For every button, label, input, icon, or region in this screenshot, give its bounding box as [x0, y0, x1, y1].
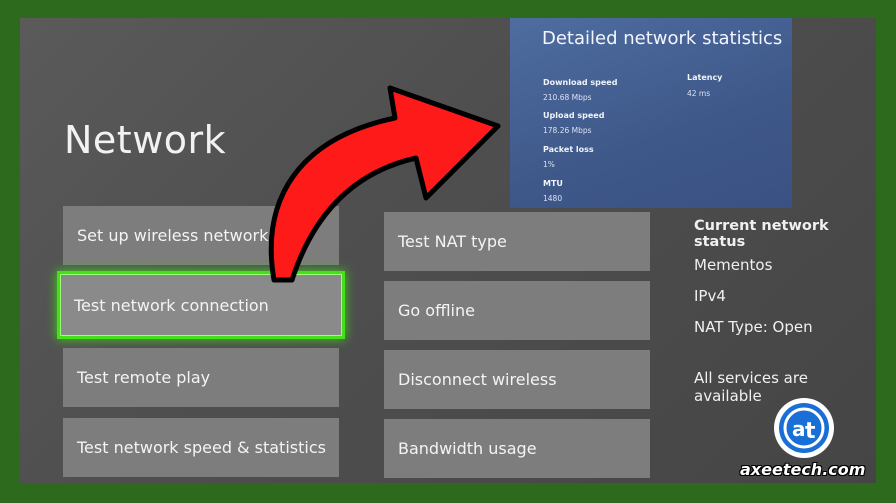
tile-label: Test network connection: [74, 295, 269, 315]
tile-label: Test network speed & statistics: [77, 438, 326, 457]
download-value: 210.68 Mbps: [543, 93, 592, 102]
mtu-value: 1480: [543, 194, 563, 203]
packet-loss-value: 1%: [543, 160, 555, 169]
packet-loss-label: Packet loss: [543, 145, 594, 154]
tile-label: Bandwidth usage: [398, 439, 537, 458]
status-title: Current network status: [694, 218, 829, 250]
svg-text:t: t: [805, 419, 816, 444]
tile-label: Go offline: [398, 301, 475, 320]
svg-text:a: a: [792, 417, 806, 441]
test-network-speed-button[interactable]: Test network speed & statistics: [63, 418, 339, 477]
image-frame: Network Set up wireless network Test net…: [0, 0, 896, 503]
upload-value: 178.26 Mbps: [543, 126, 592, 135]
upload-label: Upload speed: [543, 111, 605, 120]
tile-label: Test remote play: [77, 368, 211, 387]
disconnect-wireless-button[interactable]: Disconnect wireless: [384, 350, 650, 409]
test-remote-play-button[interactable]: Test remote play: [63, 348, 339, 407]
bandwidth-usage-button[interactable]: Bandwidth usage: [384, 419, 650, 478]
network-settings-screen: Network Set up wireless network Test net…: [20, 18, 876, 483]
stats-title: Detailed network statistics: [542, 28, 783, 49]
download-label: Download speed: [543, 78, 618, 87]
watermark-site: axeetech.com: [740, 460, 866, 479]
tile-label: Disconnect wireless: [398, 370, 557, 389]
mtu-label: MTU: [543, 179, 563, 188]
axeetech-logo-icon: a t: [774, 398, 834, 458]
latency-value: 42 ms: [687, 89, 711, 98]
ip-version: IPv4: [694, 287, 726, 305]
page-title: Network: [64, 118, 227, 162]
nat-type: NAT Type: Open: [694, 318, 813, 336]
latency-label: Latency: [687, 73, 723, 82]
network-name: Mementos: [694, 256, 773, 274]
network-statistics-panel: Detailed network statistics Download spe…: [510, 18, 792, 208]
curved-arrow-icon: [268, 85, 501, 283]
go-offline-button[interactable]: Go offline: [384, 281, 650, 340]
